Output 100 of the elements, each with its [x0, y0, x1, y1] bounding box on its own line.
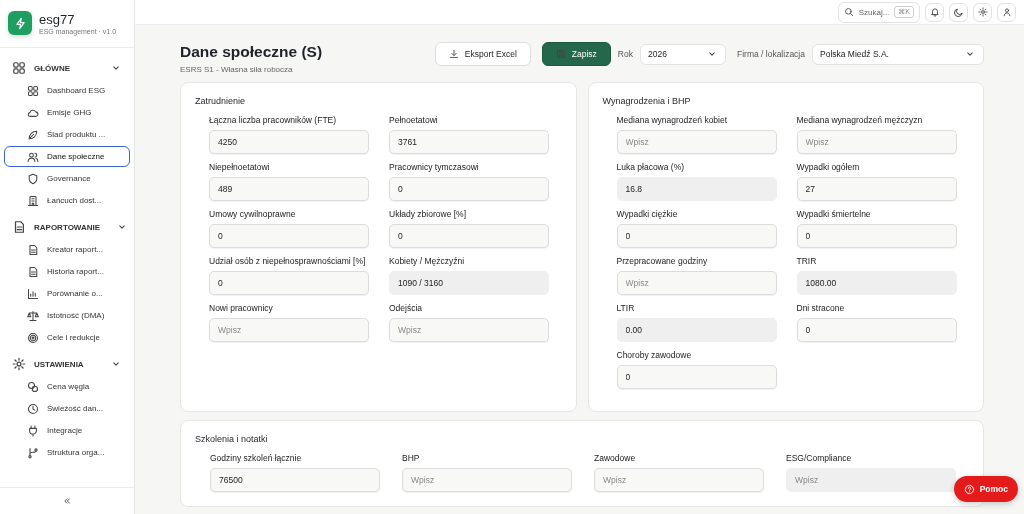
plug-icon — [27, 424, 39, 437]
input-field[interactable]: 1090 / 3160 — [389, 270, 549, 295]
field-label: Luka płacowa (%) — [616, 162, 686, 172]
field-label: Nowi pracownicy — [209, 303, 274, 313]
field-label: Niepełnoetatowi — [209, 162, 271, 172]
nav-item[interactable]: Dane społeczne — [4, 146, 130, 167]
grid-icon — [27, 84, 39, 97]
page-subtitle: ESRS S1 - Własna siła robocza — [180, 65, 294, 74]
field-label: Zawodowe — [594, 454, 637, 463]
document-icon — [12, 220, 26, 234]
help-button[interactable]: Pomoc — [953, 476, 1018, 502]
input-field[interactable]: Wpisz — [796, 129, 957, 154]
field-label: Godziny szkoleń łącznie — [210, 454, 303, 463]
nav-item[interactable]: Dashboard ESG — [4, 80, 130, 101]
bar-chart-icon — [27, 287, 39, 300]
settings-button[interactable] — [973, 2, 992, 22]
field-label: Wypadki ogółem — [796, 162, 861, 172]
nav-item[interactable]: Cena węgla — [4, 376, 130, 397]
user-icon — [1001, 7, 1012, 17]
theme-button[interactable] — [949, 2, 968, 22]
input-field[interactable]: 0 — [796, 223, 957, 248]
shield-icon — [27, 172, 39, 185]
nav-group-header[interactable]: USTAWIENIA — [4, 353, 130, 375]
input-field[interactable]: 0 — [209, 270, 369, 295]
field-label: Pracownicy tymczasowi — [389, 162, 480, 172]
user-button[interactable] — [997, 2, 1016, 22]
nav-item[interactable]: Ślad produktu ... — [4, 124, 130, 145]
company-dropdown[interactable]: Polska Miedź S.A. — [812, 43, 984, 65]
input-field[interactable]: 0 — [616, 223, 777, 248]
field-label: Choroby zawodowe — [616, 350, 693, 360]
input-field[interactable]: Wpisz — [786, 467, 956, 492]
nav-item[interactable]: Łańcuch dost... — [4, 190, 130, 211]
field-label: Udział osób z niepełnosprawnościami [%] — [209, 256, 367, 266]
field-label: ESG/Compliance — [786, 454, 853, 463]
nav-item[interactable]: Porównanie o... — [4, 283, 130, 304]
field-label: Dni stracone — [796, 303, 846, 313]
input-field[interactable]: 0 — [389, 176, 549, 201]
double-chevron-left-icon — [62, 496, 72, 506]
field-label: Pełnoetatowi — [389, 116, 439, 125]
nav-item[interactable]: Cele i redukcje — [4, 327, 130, 348]
card-title: Wynagrodzenia i BHP — [602, 96, 692, 106]
field-label: Umowy cywilnoprawne — [209, 209, 297, 219]
nav-group-header[interactable]: RAPORTOWANIE — [4, 216, 130, 238]
input-field[interactable]: 0 — [209, 223, 369, 248]
page-title: Dane społeczne (S) — [180, 43, 323, 61]
input-field[interactable]: Wpisz — [594, 467, 764, 492]
input-field[interactable]: Wpisz — [616, 270, 777, 295]
field-label: Wypadki ciężkie — [616, 209, 679, 219]
download-icon — [448, 49, 459, 59]
leaf-icon — [27, 128, 39, 141]
input-field[interactable]: 0 — [796, 317, 957, 342]
nav-item[interactable]: Świeżość dan... — [4, 398, 130, 419]
export-button[interactable]: Eksport Excel — [434, 42, 531, 66]
save-button[interactable]: Zapisz — [541, 42, 611, 66]
target-icon — [27, 331, 39, 344]
input-field[interactable]: 16.8 — [616, 176, 777, 201]
grid-icon — [12, 61, 26, 75]
document-icon — [27, 265, 39, 278]
field-label: Wypadki śmiertelne — [796, 209, 872, 219]
nav-item[interactable]: Integracje — [4, 420, 130, 441]
gear-icon — [977, 7, 988, 17]
field-label: Przepracowane godziny — [616, 256, 709, 266]
input-field[interactable]: Wpisz — [209, 317, 369, 342]
gear-icon — [12, 357, 26, 371]
input-field[interactable]: 0.00 — [616, 317, 777, 342]
coins-icon — [27, 380, 39, 393]
input-field[interactable]: 3761 — [389, 129, 549, 154]
input-field[interactable]: 489 — [209, 176, 369, 201]
input-field[interactable]: 1080.00 — [796, 270, 957, 295]
field-label: Łączna liczba pracowników (FTE) — [209, 116, 338, 125]
field-label: LTIR — [616, 303, 636, 313]
notification-button[interactable] — [925, 2, 944, 22]
field-label: Mediana wynagrodzeń mężczyzn — [796, 116, 924, 125]
card-title: Szkolenia i notatki — [195, 434, 269, 444]
input-field[interactable]: Wpisz — [402, 467, 572, 492]
input-field[interactable]: 0 — [616, 364, 777, 389]
field-label: Odejścia — [389, 303, 424, 313]
card-title: Zatrudnienie — [195, 96, 247, 106]
field-label: TRIR — [796, 256, 818, 266]
input-field[interactable]: 27 — [796, 176, 957, 201]
nav-item[interactable]: Historia raport... — [4, 261, 130, 282]
building-icon — [27, 194, 39, 207]
year-dropdown[interactable]: 2026 — [639, 43, 726, 65]
field-label: Kobiety / Mężczyźni — [389, 256, 466, 266]
search-icon — [843, 7, 854, 17]
nav-item[interactable]: Governance — [4, 168, 130, 189]
field-label: BHP — [402, 454, 421, 463]
document-icon — [27, 243, 39, 256]
scale-icon — [27, 309, 39, 322]
input-field[interactable]: 4250 — [209, 129, 369, 154]
nav-item[interactable]: Emisje GHG — [4, 102, 130, 123]
nav-item[interactable]: Struktura orga... — [4, 442, 130, 463]
input-field[interactable]: Wpisz — [389, 317, 549, 342]
nav-item[interactable]: Istotność (DMA) — [4, 305, 130, 326]
input-field[interactable]: 76500 — [210, 467, 380, 492]
input-field[interactable]: Wpisz — [616, 129, 777, 154]
nav-group-header[interactable]: GŁÓWNE — [4, 57, 130, 79]
nav-item[interactable]: Kreator raport... — [4, 239, 130, 260]
help-circle-icon — [963, 483, 975, 495]
input-field[interactable]: 0 — [389, 223, 549, 248]
